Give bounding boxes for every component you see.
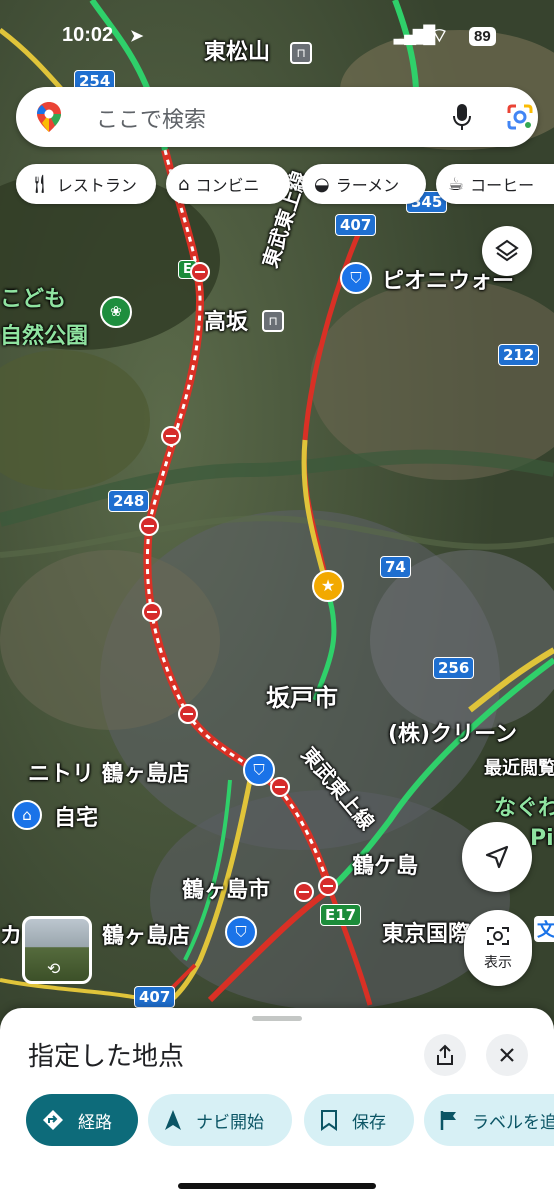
place-label-tsurugashima-store[interactable]: 鶴ヶ島店 [102,918,190,950]
rotate-360-icon: ⟲ [47,959,61,978]
google-maps-logo-icon [37,102,61,132]
chip-label: レストラン [56,176,137,195]
place-label-recent[interactable]: 最近閲覧 [484,754,554,780]
save-button[interactable]: 保存 [304,1094,414,1146]
directions-label: 経路 [78,1112,112,1133]
route-shield-407-top: 407 [335,214,377,236]
route-shield-74: 74 [380,556,411,578]
search-bar[interactable]: ここで検索 [16,87,538,147]
chip-ramen[interactable]: ◒ ラーメン [302,164,426,204]
shopping-bag-icon[interactable]: ⛉ [243,754,275,786]
road-closure-icon[interactable] [190,262,210,282]
shopping-bag-icon[interactable]: ⛉ [225,916,257,948]
road-closure-icon[interactable] [270,777,290,797]
microphone-icon[interactable] [450,101,474,133]
home-icon[interactable]: ⌂ [12,800,42,830]
directions-icon [42,1109,64,1131]
my-location-button[interactable] [462,822,532,892]
cellular-signal-icon: ▂▄▆█ [394,25,435,44]
place-label-kodomo-park-2[interactable]: 自然公園 [0,318,88,350]
place-label-tokyo-kokusai[interactable]: 東京国際 [382,916,470,948]
route-shield-256: 256 [433,657,475,679]
bookmark-icon [320,1109,338,1131]
train-station-icon[interactable]: ⊓ [262,310,284,332]
place-label-kureen[interactable]: (株)クリーン [388,716,517,748]
sheet-drag-handle[interactable] [252,1016,302,1021]
show-button[interactable]: 表示 [464,910,532,986]
route-shield-e17: E17 [320,904,362,926]
layers-icon [495,239,519,262]
place-label-takasaka[interactable]: 高坂 [204,304,248,336]
status-time: 10:02 [62,24,114,46]
sheet-title: 指定した地点 [28,1042,185,1072]
place-bottom-sheet[interactable]: 指定した地点 経路 ナビ開始 保存 ラベルを追 [0,1008,554,1200]
road-closure-icon[interactable] [142,602,162,622]
battery-indicator: 89 [469,27,496,46]
place-label-tsurugashima-city[interactable]: 鶴ヶ島市 [182,872,270,904]
route-shield-248: 248 [108,490,150,512]
ramen-icon: ◒ [314,173,330,195]
add-label-label: ラベルを追 [472,1112,554,1133]
add-label-button[interactable]: ラベルを追 [424,1094,554,1146]
chip-restaurant[interactable]: 🍴︎ レストラン [16,164,156,204]
school-marker[interactable]: 文 [534,916,554,942]
chip-coffee[interactable]: ☕︎ コーヒー [436,164,554,204]
chip-label: ラーメン [335,176,400,195]
home-indicator [178,1183,376,1189]
start-navigation-label: ナビ開始 [196,1112,264,1133]
location-arrow-icon: ➤ [130,28,144,45]
road-closure-icon[interactable] [161,426,181,446]
road-closure-icon[interactable] [178,704,198,724]
save-label: 保存 [352,1112,386,1133]
place-label-nagure[interactable]: なぐわ [494,790,554,822]
share-icon [437,1044,453,1065]
place-label-nitori[interactable]: ニトリ 鶴ヶ島店 [28,756,190,788]
street-view-thumbnail[interactable]: ⟲ [22,916,92,984]
coffee-icon: ☕︎ [448,173,465,195]
chip-label: コーヒー [470,176,535,195]
google-lens-icon[interactable] [506,103,534,131]
chip-convenience-store[interactable]: ⌂ コンビニ [166,164,290,204]
close-icon [500,1048,514,1062]
directions-button[interactable]: 経路 [26,1094,138,1146]
place-label-pi[interactable]: Pi [530,826,554,851]
flag-icon [440,1109,458,1131]
chip-label: コンビニ [195,176,260,195]
show-button-label: 表示 [484,955,512,971]
road-closure-icon[interactable] [318,876,338,896]
place-label-kodomo-park-1[interactable]: こども [0,281,66,313]
navigation-arrow-icon [485,845,509,869]
park-icon[interactable]: ❀ [100,296,132,328]
place-label-tsurugashima-station[interactable]: 鶴ケ島 [352,848,418,880]
search-input[interactable]: ここで検索 [96,102,206,134]
restaurant-icon: 🍴︎ [28,173,51,195]
wifi-icon: ⌔ [430,25,449,47]
route-shield-212: 212 [498,344,540,366]
road-closure-icon[interactable] [139,516,159,536]
layers-button[interactable] [482,226,532,276]
navigation-icon [164,1109,182,1131]
place-label-sakado-city[interactable]: 坂戸市 [266,678,338,713]
road-closure-icon[interactable] [294,882,314,902]
camera-scan-icon [487,927,509,945]
star-icon[interactable]: ★ [312,570,344,602]
convenience-store-icon: ⌂ [178,173,190,195]
status-bar: 10:02 ➤ ▂▄▆█ ⌔ 89 [0,22,554,54]
place-label-home[interactable]: 自宅 [54,800,98,832]
route-shield-407-bottom: 407 [134,986,176,1008]
shopping-bag-icon[interactable]: ⛉ [340,262,372,294]
close-button[interactable] [486,1034,528,1076]
share-button[interactable] [424,1034,466,1076]
start-navigation-button[interactable]: ナビ開始 [148,1094,292,1146]
